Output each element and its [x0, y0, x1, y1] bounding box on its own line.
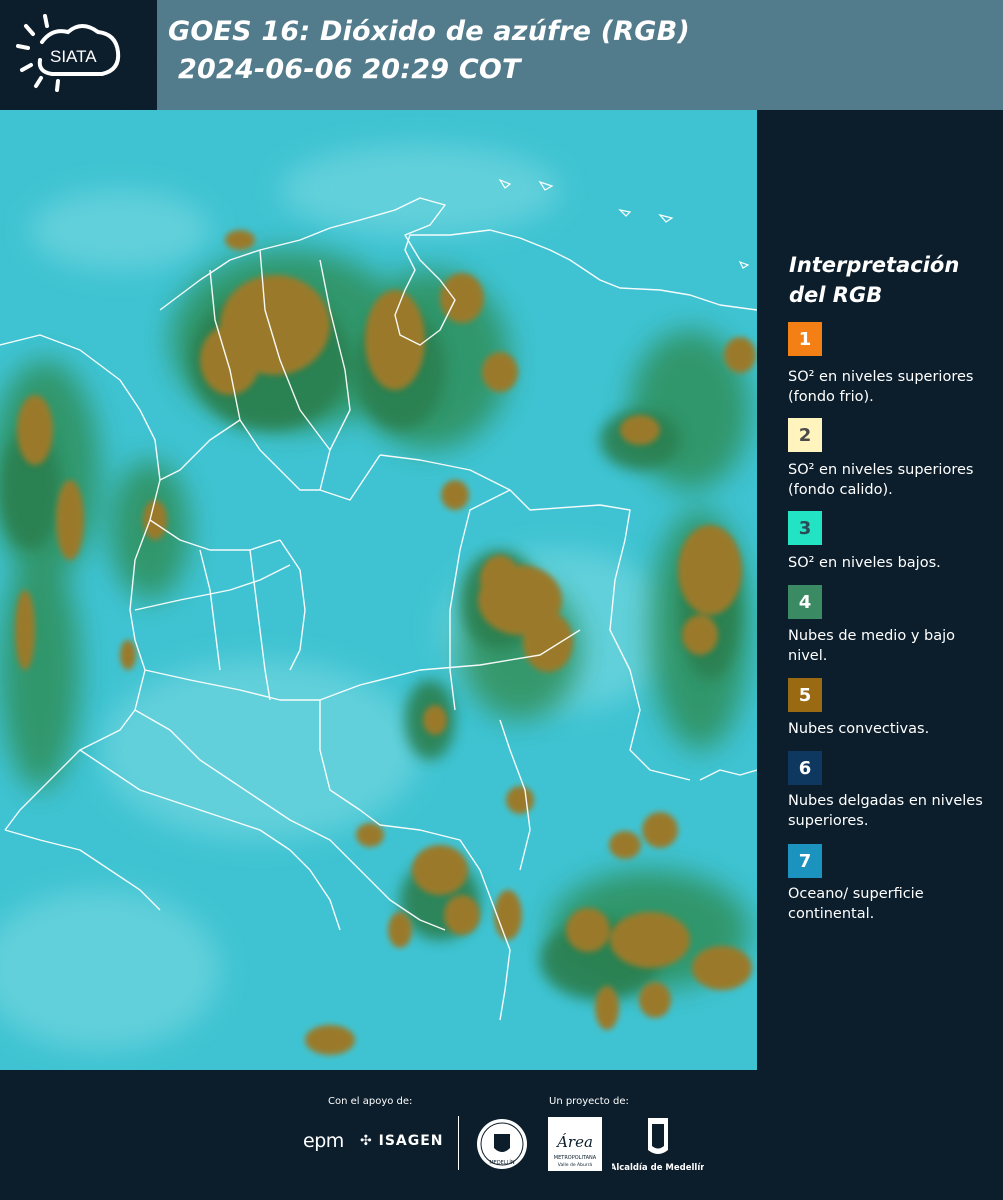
- legend-label-1: SO² en niveles superiores (fondo frio).: [788, 369, 974, 405]
- area-logo-sub2: Valle de Aburrá: [558, 1161, 593, 1168]
- legend-label-4: Nubes de medio y bajo nivel.: [788, 628, 955, 664]
- legend-panel: Interpretación del RGB 1 SO² en niveles …: [760, 110, 1003, 1070]
- legend-swatch-5: 5: [788, 678, 822, 712]
- header: SIATA GOES 16: Dióxido de azúfre (RGB) 2…: [0, 0, 1003, 110]
- legend-number-4: 4: [798, 591, 812, 613]
- page-subtitle-timestamp: 2024-06-06 20:29 COT: [178, 54, 521, 85]
- area-logo-name: Área: [555, 1133, 593, 1151]
- legend-label-5: Nubes convectivas.: [788, 721, 930, 737]
- legend-swatch-1: 1: [788, 322, 822, 356]
- legend-number-5: 5: [798, 684, 812, 706]
- satellite-map: [0, 110, 757, 1070]
- siata-logo: SIATA: [16, 14, 121, 92]
- legend-number-1: 1: [798, 328, 812, 350]
- legend-number-2: 2: [798, 424, 812, 446]
- medellin-seal-text: MEDELLÍN: [489, 1159, 515, 1166]
- legend-number-7: 7: [798, 850, 812, 872]
- satellite-map-image: [0, 110, 757, 1070]
- legend-label-2: SO² en niveles superiores (fondo calido)…: [788, 462, 974, 498]
- project-label: Un proyecto de:: [549, 1096, 629, 1107]
- footer: Con el apoyo de: Un proyecto de: epm ✣ I…: [0, 1070, 1003, 1200]
- legend-swatch-6: 6: [788, 751, 822, 785]
- support-label: Con el apoyo de:: [328, 1096, 413, 1107]
- legend-number-6: 6: [798, 757, 812, 779]
- legend-label-7: Oceano/ superficie continental.: [788, 886, 924, 922]
- legend-swatch-2: 2: [788, 418, 822, 452]
- alcaldia-logo: Alcaldía de Medellín: [612, 1118, 704, 1173]
- legend-title: Interpretación del RGB: [789, 253, 960, 307]
- area-metropolitana-logo: Área METROPOLITANA Valle de Aburrá: [548, 1117, 602, 1171]
- isagen-logo-text: ISAGEN: [378, 1133, 444, 1149]
- legend-label-3: SO² en niveles bajos.: [788, 555, 941, 571]
- epm-logo: epm: [303, 1130, 344, 1152]
- legend-swatch-4: 4: [788, 585, 822, 619]
- page-title: GOES 16: Dióxido de azúfre (RGB): [168, 16, 690, 47]
- isagen-mark-icon: ✣: [360, 1133, 373, 1149]
- legend-number-3: 3: [798, 517, 812, 539]
- legend-label-6: Nubes delgadas en niveles superiores.: [788, 793, 983, 829]
- legend-swatch-7: 7: [788, 844, 822, 878]
- area-logo-sub: METROPOLITANA: [554, 1155, 597, 1161]
- legend-swatch-3: 3: [788, 511, 822, 545]
- siata-logo-text: SIATA: [50, 47, 97, 66]
- footer-divider: [458, 1116, 459, 1170]
- isagen-logo: ✣ ISAGEN: [360, 1133, 444, 1149]
- alcaldia-logo-text: Alcaldía de Medellín: [612, 1163, 704, 1173]
- medellin-seal: MEDELLÍN: [477, 1119, 527, 1169]
